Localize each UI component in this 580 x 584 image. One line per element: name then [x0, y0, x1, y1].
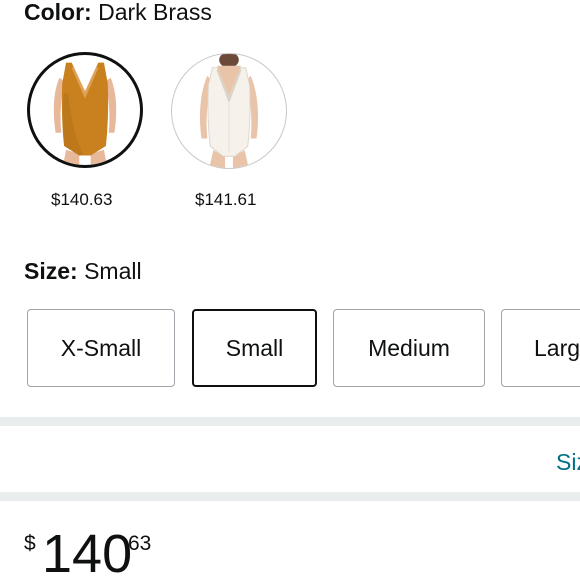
- size-option-large[interactable]: Larg: [501, 309, 580, 387]
- color-heading: Color: Dark Brass: [24, 0, 212, 27]
- price-currency-symbol: $: [24, 532, 36, 555]
- size-heading: Size: Small: [24, 256, 142, 286]
- color-swatch-dark-brass[interactable]: [27, 52, 143, 168]
- section-divider: [0, 417, 580, 426]
- price-whole: 140: [42, 524, 133, 584]
- size-label: Size:: [24, 258, 78, 284]
- section-divider: [0, 492, 580, 501]
- size-option-x-small[interactable]: X-Small: [27, 309, 175, 387]
- size-chart-link[interactable]: Siz: [556, 449, 580, 476]
- swatch-price-ivory: $141.61: [195, 190, 257, 209]
- color-value: Dark Brass: [98, 0, 212, 25]
- color-swatch-ivory[interactable]: [171, 53, 287, 169]
- color-label: Color:: [24, 0, 92, 25]
- size-option-small[interactable]: Small: [192, 309, 317, 387]
- size-option-medium[interactable]: Medium: [333, 309, 485, 387]
- size-value: Small: [84, 258, 142, 284]
- bodysuit-ivory-image: [199, 54, 259, 168]
- price-fraction: 63: [128, 532, 152, 555]
- bodysuit-dark-brass-image: [53, 62, 117, 165]
- swatch-price-dark-brass: $140.63: [51, 190, 113, 209]
